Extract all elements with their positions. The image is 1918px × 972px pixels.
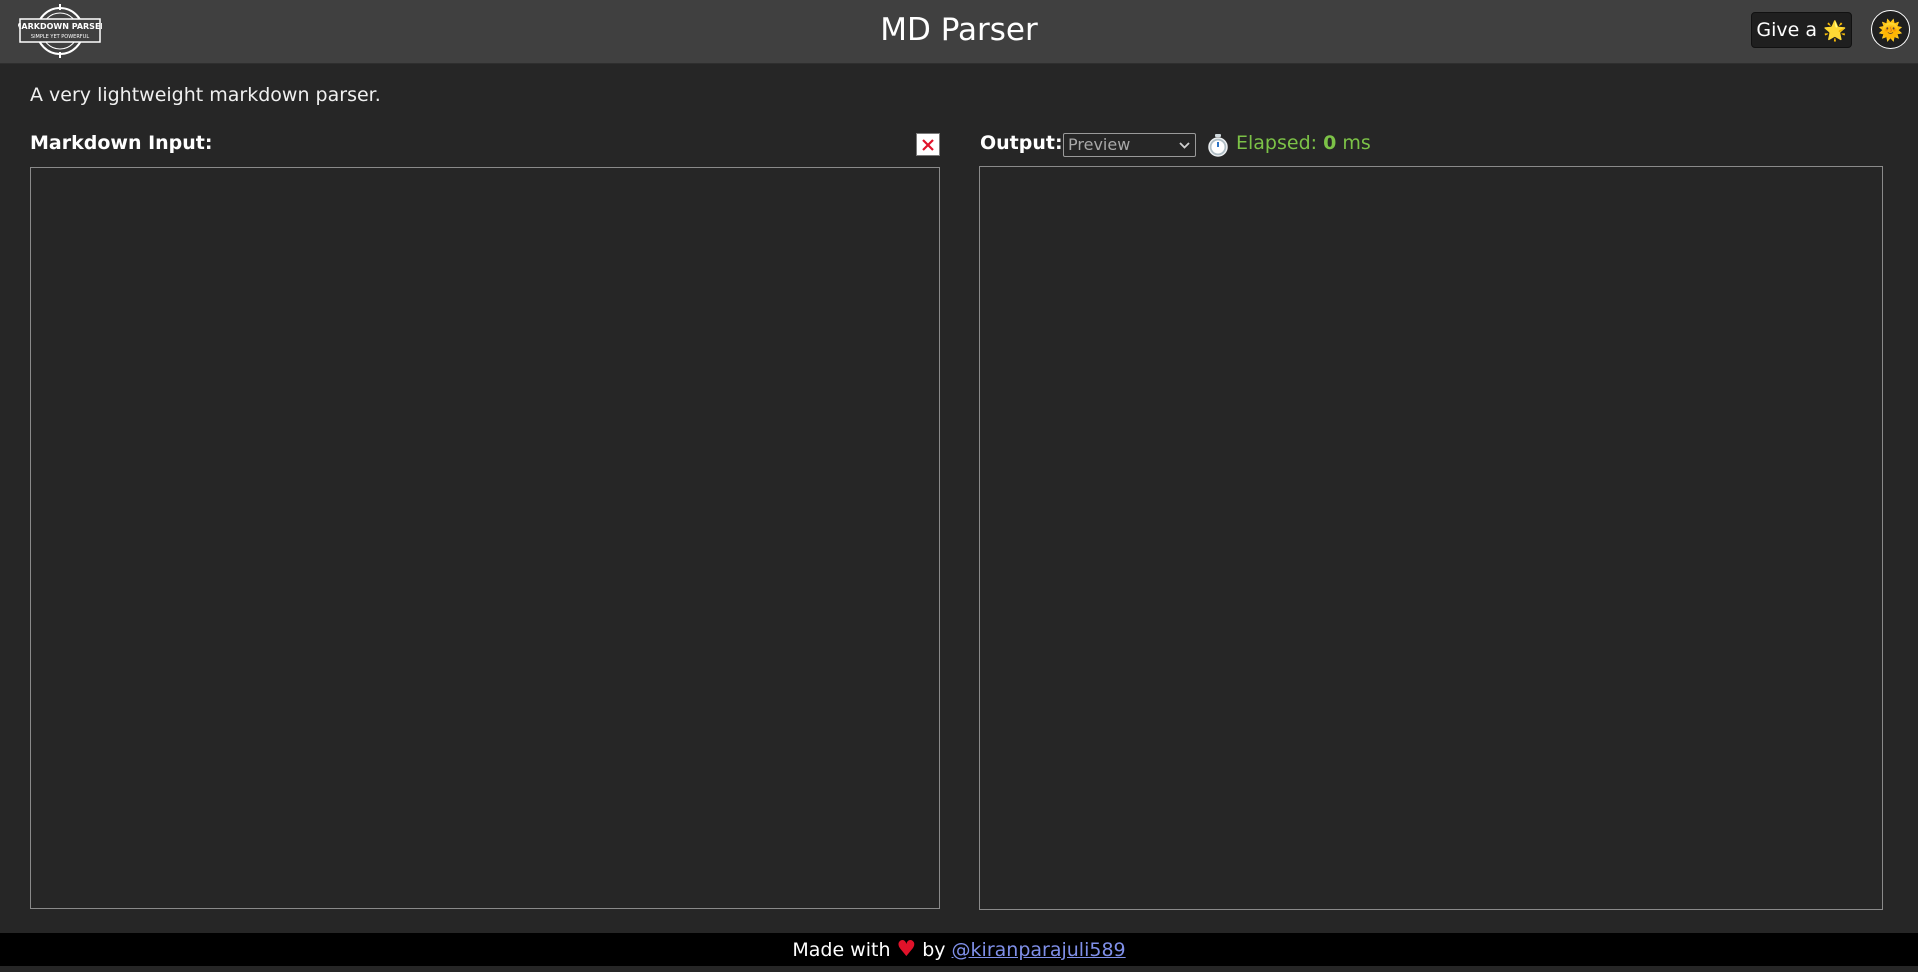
theme-toggle-button[interactable]: 🌞 — [1871, 10, 1910, 49]
heart-icon: ♥ — [896, 937, 917, 962]
sun-icon: 🌞 — [1878, 17, 1903, 42]
chevron-down-icon — [1179, 142, 1190, 149]
app-header: MARKDOWN PARSER SIMPLE YET POWERFUL MD P… — [0, 0, 1918, 64]
logo-text-line1: MARKDOWN PARSER — [18, 22, 102, 31]
clear-input-button[interactable] — [916, 133, 940, 156]
output-preview — [979, 166, 1883, 910]
star-icon: 🌟 — [1822, 19, 1847, 42]
markdown-input-label: Markdown Input: — [30, 132, 213, 154]
output-mode-select[interactable]: Preview — [1063, 133, 1196, 157]
give-star-button[interactable]: Give a 🌟 — [1751, 12, 1852, 48]
footer-made-with: Made with — [792, 938, 891, 961]
markdown-input[interactable] — [30, 167, 940, 909]
logo-icon: MARKDOWN PARSER SIMPLE YET POWERFUL — [18, 4, 102, 58]
star-button-label: Give a — [1756, 19, 1817, 41]
elapsed-value: 0 — [1323, 132, 1337, 154]
elapsed-time: Elapsed: 0 ms — [1236, 132, 1371, 154]
output-label: Output: — [980, 132, 1063, 154]
page-title: MD Parser — [880, 12, 1038, 48]
elapsed-unit: ms — [1342, 132, 1371, 154]
stopwatch-icon — [1208, 134, 1228, 157]
elapsed-label: Elapsed: — [1236, 132, 1318, 154]
close-icon — [922, 138, 934, 151]
bottom-strip — [0, 966, 1918, 972]
output-mode-selected: Preview — [1068, 135, 1131, 154]
app-tagline: A very lightweight markdown parser. — [30, 84, 381, 106]
footer: Made with ♥ by @kiranparajuli589 — [0, 933, 1918, 966]
author-link[interactable]: @kiranparajuli589 — [952, 939, 1126, 961]
logo-text-line2: SIMPLE YET POWERFUL — [31, 34, 89, 40]
footer-by: by — [922, 938, 946, 961]
